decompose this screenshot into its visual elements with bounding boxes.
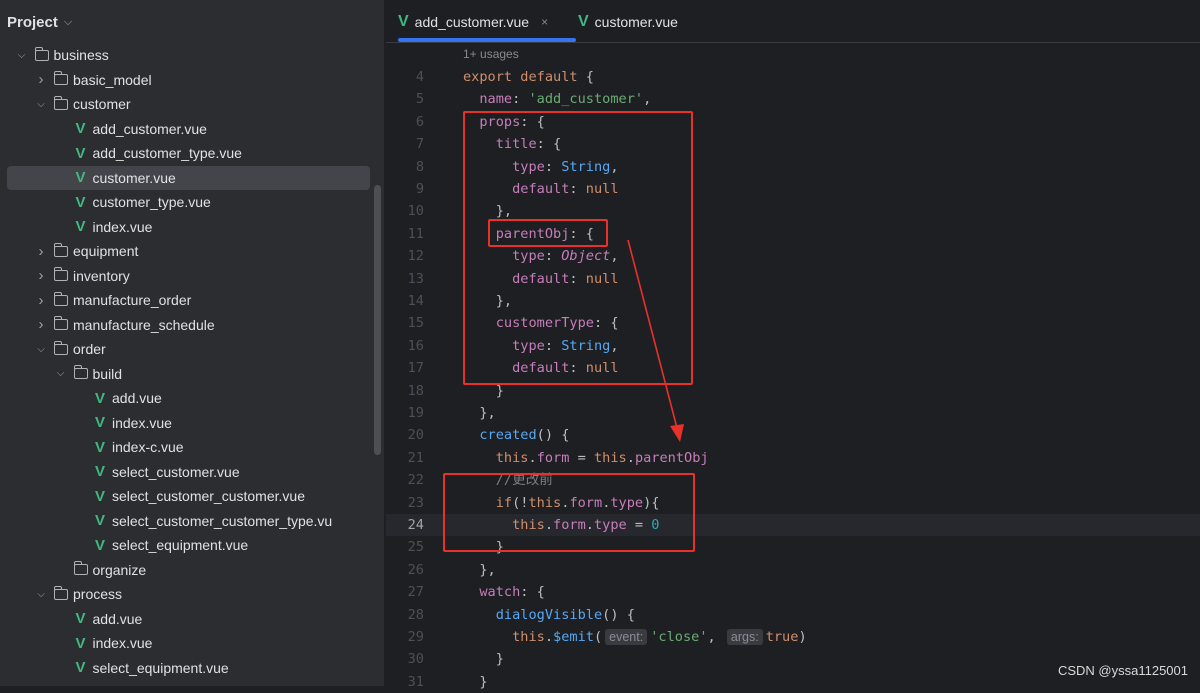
annotation-arrow xyxy=(627,239,684,442)
watermark: CSDN @yssa1125001 xyxy=(1057,663,1188,678)
